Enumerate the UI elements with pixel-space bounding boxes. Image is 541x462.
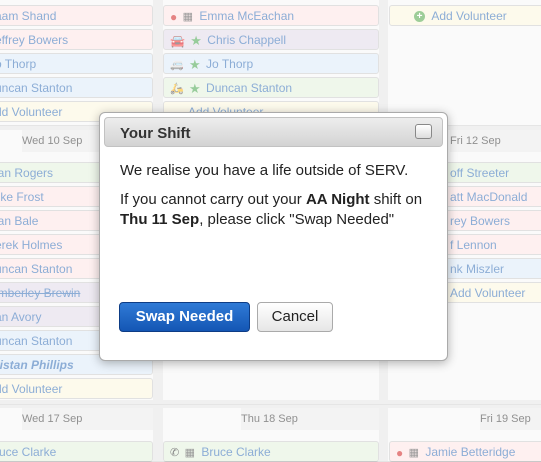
swap-needed-button[interactable]: Swap Needed: [119, 302, 250, 332]
message-text: , please click "Swap Needed": [199, 211, 395, 228]
dialog-message-1: We realise you have a life outside of SE…: [120, 162, 409, 179]
dialog-body: We realise you have a life outside of SE…: [120, 161, 435, 239]
message-text: If you cannot carry out your: [120, 191, 306, 208]
shift-date: Thu 11 Sep: [120, 211, 200, 228]
your-shift-dialog: Your Shift We realise you have a life ou…: [99, 112, 448, 361]
close-icon[interactable]: [415, 124, 432, 139]
message-text: shift on: [369, 191, 423, 208]
cancel-button[interactable]: Cancel: [257, 302, 333, 332]
dialog-title: Your Shift: [120, 125, 191, 142]
shift-name: AA Night: [305, 191, 370, 208]
dialog-titlebar: Your Shift: [104, 117, 443, 147]
dialog-message-2: If you cannot carry out your AA Night sh…: [120, 190, 435, 230]
